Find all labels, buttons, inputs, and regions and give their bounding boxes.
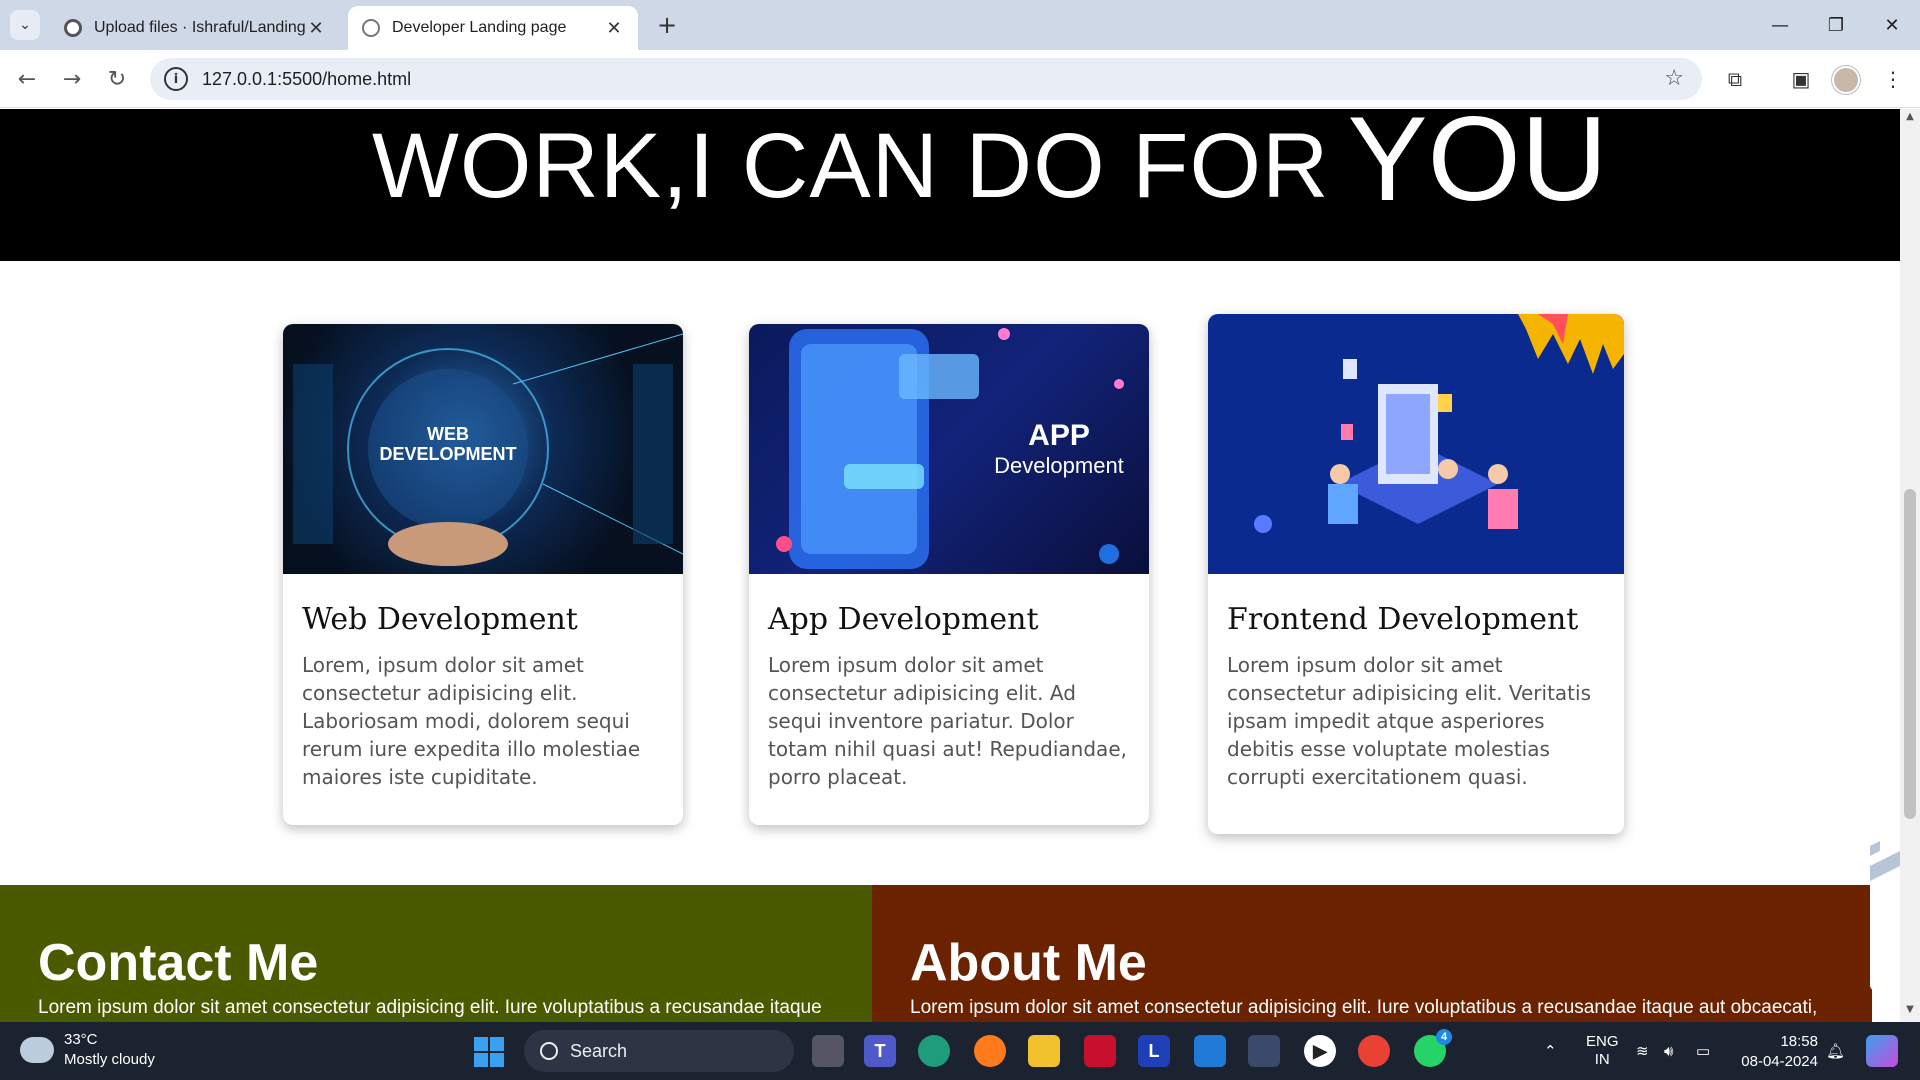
cloudy-weather-icon xyxy=(20,1037,54,1063)
lang-line2: IN xyxy=(1594,1051,1610,1068)
app-development-image: APP Development xyxy=(749,324,1149,574)
side-panel-logo-icon xyxy=(1860,841,1900,886)
tray-chevron-icon[interactable]: ⌃ xyxy=(1544,1022,1557,1080)
card-text: Lorem ipsum dolor sit amet consectetur a… xyxy=(1227,653,1591,789)
teams-icon[interactable]: T xyxy=(864,1035,896,1067)
page-scrollbar[interactable]: ▲ ▼ xyxy=(1900,109,1920,1022)
minimize-button[interactable]: — xyxy=(1752,0,1808,50)
task-view-icon[interactable] xyxy=(812,1035,844,1067)
image-label-line1: APP xyxy=(1028,419,1090,452)
chrome-icon[interactable] xyxy=(1358,1035,1390,1067)
contact-section: Contact Me Lorem ipsum dolor sit amet co… xyxy=(0,885,872,1022)
browser-toolbar: ← → ↻ i 127.0.0.1:5500/home.html ☆ ⧉ ▣ ⋮ xyxy=(0,50,1920,108)
isometric-workspace-graphic xyxy=(1254,314,1624,533)
scroll-up-arrow-icon[interactable]: ▲ xyxy=(1900,111,1920,127)
back-arrow-icon[interactable]: ← xyxy=(10,62,44,96)
floating-side-panel[interactable] xyxy=(1860,741,1900,991)
windows-start-icon[interactable] xyxy=(474,1037,504,1067)
bookmark-star-icon[interactable]: ☆ xyxy=(1664,66,1684,91)
frontend-development-image xyxy=(1208,314,1624,574)
reload-icon[interactable]: ↻ xyxy=(100,62,134,96)
clock-time: 18:58 xyxy=(1780,1033,1818,1050)
window-controls: — ❐ ✕ xyxy=(1752,0,1920,50)
language-indicator[interactable]: ENG IN xyxy=(1586,1022,1619,1080)
contact-title: Contact Me xyxy=(38,934,319,992)
hero-banner: WORK,I CAN DO FOR YOU xyxy=(0,109,1900,261)
restore-button[interactable]: ❐ xyxy=(1808,0,1864,50)
card-text: Lorem, ipsum dolor sit amet consectetur … xyxy=(302,653,641,789)
search-label: Search xyxy=(570,1040,628,1061)
windows-taskbar: 33°C Mostly cloudy Search T L ▶ 4 ⌃ ENG … xyxy=(0,1022,1920,1080)
github-icon xyxy=(64,19,82,37)
tab-close-icon[interactable]: ✕ xyxy=(604,18,624,39)
weather-widget[interactable]: 33°C Mostly cloudy xyxy=(20,1030,155,1070)
web-development-image: WEB DEVELOPMENT xyxy=(283,324,683,574)
weather-temperature: 33°C xyxy=(64,1031,98,1048)
service-card-frontend[interactable]: Frontend Development Lorem ipsum dolor s… xyxy=(1208,314,1624,834)
scroll-thumb[interactable] xyxy=(1904,489,1916,819)
about-section: About Me Lorem ipsum dolor sit amet cons… xyxy=(872,885,1872,1022)
tab-close-icon[interactable]: ✕ xyxy=(306,18,326,39)
taskbar-search[interactable]: Search xyxy=(524,1030,794,1072)
service-card-web[interactable]: WEB DEVELOPMENT Web Development Lorem, i… xyxy=(283,324,683,825)
lang-line1: ENG xyxy=(1586,1033,1619,1050)
wifi-icon[interactable]: ≋ xyxy=(1636,1022,1649,1080)
store-icon[interactable] xyxy=(1248,1035,1280,1067)
new-tab-button[interactable]: + xyxy=(652,10,682,40)
copilot-icon[interactable] xyxy=(1866,1035,1898,1067)
edge-icon[interactable] xyxy=(918,1035,950,1067)
tab-title: Upload files · Ishraful/Landing-P xyxy=(94,19,306,36)
tab-developer-landing[interactable]: Developer Landing page ✕ xyxy=(348,6,638,50)
about-title: About Me xyxy=(910,934,1147,992)
mcafee-icon[interactable] xyxy=(1084,1035,1116,1067)
scroll-down-arrow-icon[interactable]: ▼ xyxy=(1900,1004,1920,1020)
card-title: Frontend Development xyxy=(1227,602,1579,637)
globe-icon xyxy=(362,19,380,37)
whatsapp-icon[interactable]: 4 xyxy=(1414,1029,1452,1067)
tab-upload-files[interactable]: Upload files · Ishraful/Landing-P ✕ xyxy=(50,6,340,50)
card-title: Web Development xyxy=(302,602,578,637)
image-label-line2: Development xyxy=(994,453,1124,478)
site-info-icon[interactable]: i xyxy=(164,67,188,91)
vscode-icon[interactable] xyxy=(1194,1035,1226,1067)
volume-icon[interactable]: 🔊︎ xyxy=(1664,1022,1673,1080)
firefox-icon[interactable] xyxy=(974,1035,1006,1067)
profile-avatar[interactable] xyxy=(1832,66,1860,94)
menu-kebab-icon[interactable]: ⋮ xyxy=(1876,62,1910,96)
media-player-icon[interactable]: ▶ xyxy=(1304,1035,1336,1067)
service-card-app[interactable]: APP Development App Development Lorem ip… xyxy=(749,324,1149,825)
hero-text-big: YOU xyxy=(1347,109,1608,226)
hero-heading: WORK,I CAN DO FOR YOU xyxy=(372,109,1608,219)
hero-text-main: WORK,I CAN DO FOR xyxy=(372,115,1330,217)
page-viewport: WORK,I CAN DO FOR YOU WEB DEVELOPMENT We… xyxy=(0,109,1900,1022)
image-label-line2: DEVELOPMENT xyxy=(379,444,517,464)
battery-icon[interactable]: ▭ xyxy=(1696,1022,1710,1080)
card-text: Lorem ipsum dolor sit amet consectetur a… xyxy=(768,653,1127,789)
clock-date: 08-04-2024 xyxy=(1741,1053,1818,1070)
l-app-icon[interactable]: L xyxy=(1138,1035,1170,1067)
weather-description: Mostly cloudy xyxy=(64,1051,155,1068)
side-panel-icon[interactable]: ▣ xyxy=(1784,62,1818,96)
tab-title: Developer Landing page xyxy=(392,19,567,36)
forward-arrow-icon[interactable]: → xyxy=(55,62,89,96)
search-icon xyxy=(540,1042,558,1060)
close-window-button[interactable]: ✕ xyxy=(1864,0,1920,50)
card-title: App Development xyxy=(768,602,1039,637)
about-text: Lorem ipsum dolor sit amet consectetur a… xyxy=(910,997,1818,1018)
taskbar-clock[interactable]: 18:58 08-04-2024 xyxy=(1730,1032,1818,1072)
contact-text: Lorem ipsum dolor sit amet consectetur a… xyxy=(38,997,822,1018)
extensions-icon[interactable]: ⧉ xyxy=(1718,62,1752,96)
whatsapp-badge: 4 xyxy=(1436,1029,1452,1045)
image-label-line1: WEB xyxy=(427,424,469,444)
file-explorer-icon[interactable] xyxy=(1028,1035,1060,1067)
notification-bell-icon[interactable]: 🔔︎ xyxy=(1826,1022,1845,1080)
url-text[interactable]: 127.0.0.1:5500/home.html xyxy=(202,69,411,90)
tab-search-dropdown-icon[interactable]: ⌄ xyxy=(10,10,40,40)
browser-tab-strip: ⌄ Upload files · Ishraful/Landing-P ✕ De… xyxy=(0,0,1920,50)
address-bar[interactable]: i 127.0.0.1:5500/home.html ☆ xyxy=(150,58,1702,100)
